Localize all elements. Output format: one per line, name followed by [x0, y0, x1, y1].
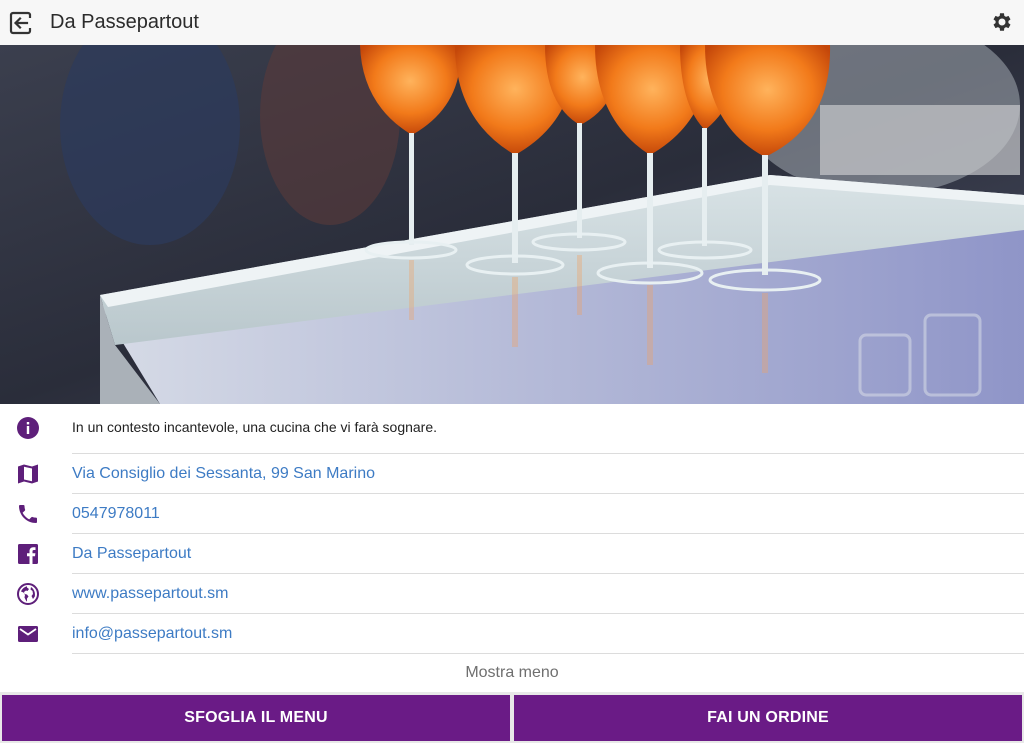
gear-icon[interactable] [990, 10, 1014, 34]
page-title: Da Passepartout [50, 11, 199, 33]
description-row: In un contesto incantevole, una cucina c… [0, 404, 1024, 454]
facebook-link[interactable]: Da Passepartout [72, 545, 191, 563]
order-button[interactable]: FAI UN ORDINE [514, 695, 1022, 741]
email-row[interactable]: info@passepartout.sm [0, 614, 1024, 654]
info-icon [17, 417, 39, 439]
phone-link[interactable]: 0547978011 [72, 505, 160, 523]
address-link[interactable]: Via Consiglio dei Sessanta, 99 San Marin… [72, 465, 375, 483]
bottom-action-bar: SFOGLIA IL MENU FAI UN ORDINE [0, 692, 1024, 743]
description-text: In un contesto incantevole, una cucina c… [72, 419, 438, 435]
phone-icon [19, 505, 37, 523]
phone-row[interactable]: 0547978011 [0, 494, 1024, 534]
address-row[interactable]: Via Consiglio dei Sessanta, 99 San Marin… [0, 454, 1024, 494]
hero-image [0, 45, 1024, 404]
map-icon [18, 464, 38, 484]
show-less-toggle[interactable]: Mostra meno [0, 654, 1024, 692]
app-bar: Da Passepartout [0, 0, 1024, 45]
info-list: In un contesto incantevole, una cucina c… [0, 404, 1024, 654]
email-link[interactable]: info@passepartout.sm [72, 625, 232, 643]
website-link[interactable]: www.passepartout.sm [72, 585, 229, 603]
facebook-row[interactable]: Da Passepartout [0, 534, 1024, 574]
mail-icon [18, 626, 38, 642]
website-row[interactable]: www.passepartout.sm [0, 574, 1024, 614]
browse-menu-button[interactable]: SFOGLIA IL MENU [2, 695, 510, 741]
exit-arrow-icon[interactable] [8, 10, 34, 36]
facebook-icon [18, 544, 38, 564]
globe-icon [17, 583, 39, 605]
